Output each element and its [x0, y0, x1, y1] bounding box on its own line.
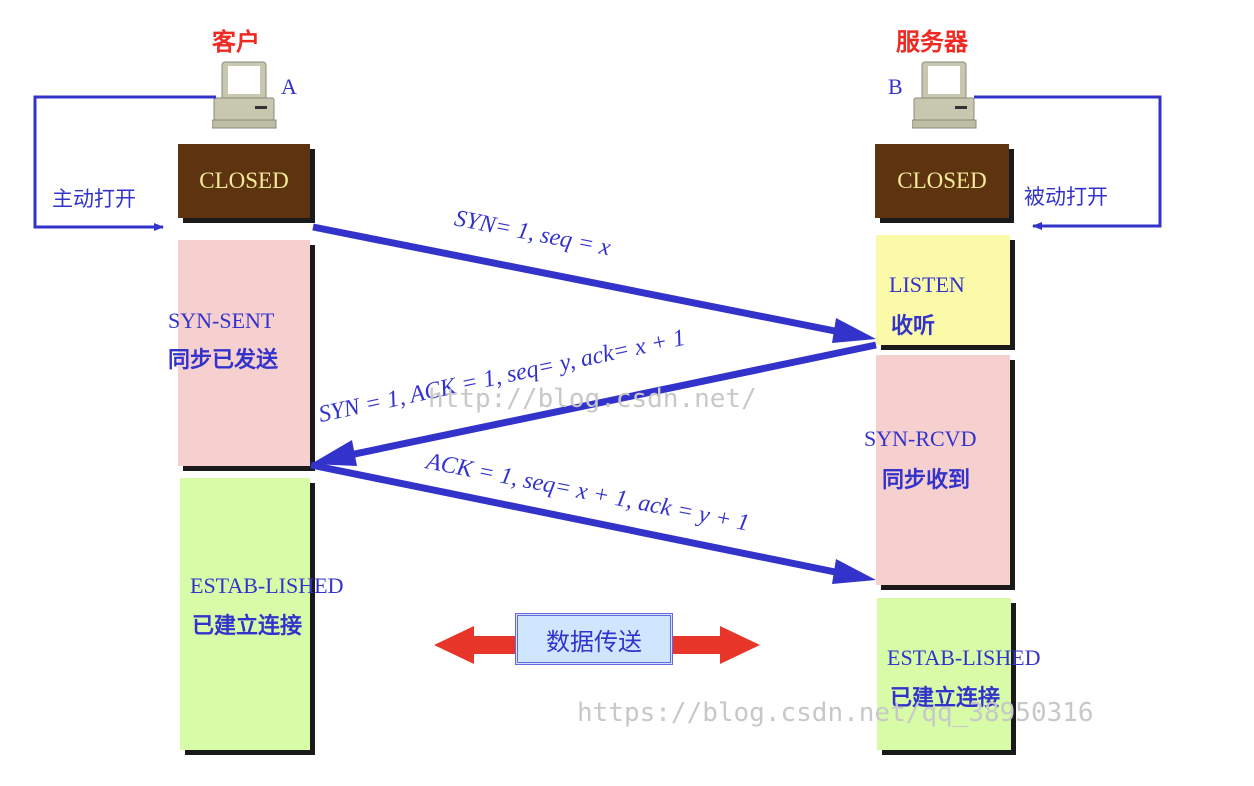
data-transfer-box: 数据传送 [515, 613, 673, 665]
syn-arrow-head [832, 318, 876, 343]
watermark-top: http://blog.csdn.net/ [428, 384, 757, 414]
client-open-loop-arrow [33, 95, 216, 231]
syn-ack-arrow-head [311, 440, 357, 466]
watermark-bottom: https://blog.csdn.net/qq_38950316 [577, 698, 1094, 728]
data-transfer-label: 数据传送 [546, 627, 642, 656]
ack-arrow-head [832, 559, 876, 584]
server-open-loop-arrow [974, 95, 1162, 230]
